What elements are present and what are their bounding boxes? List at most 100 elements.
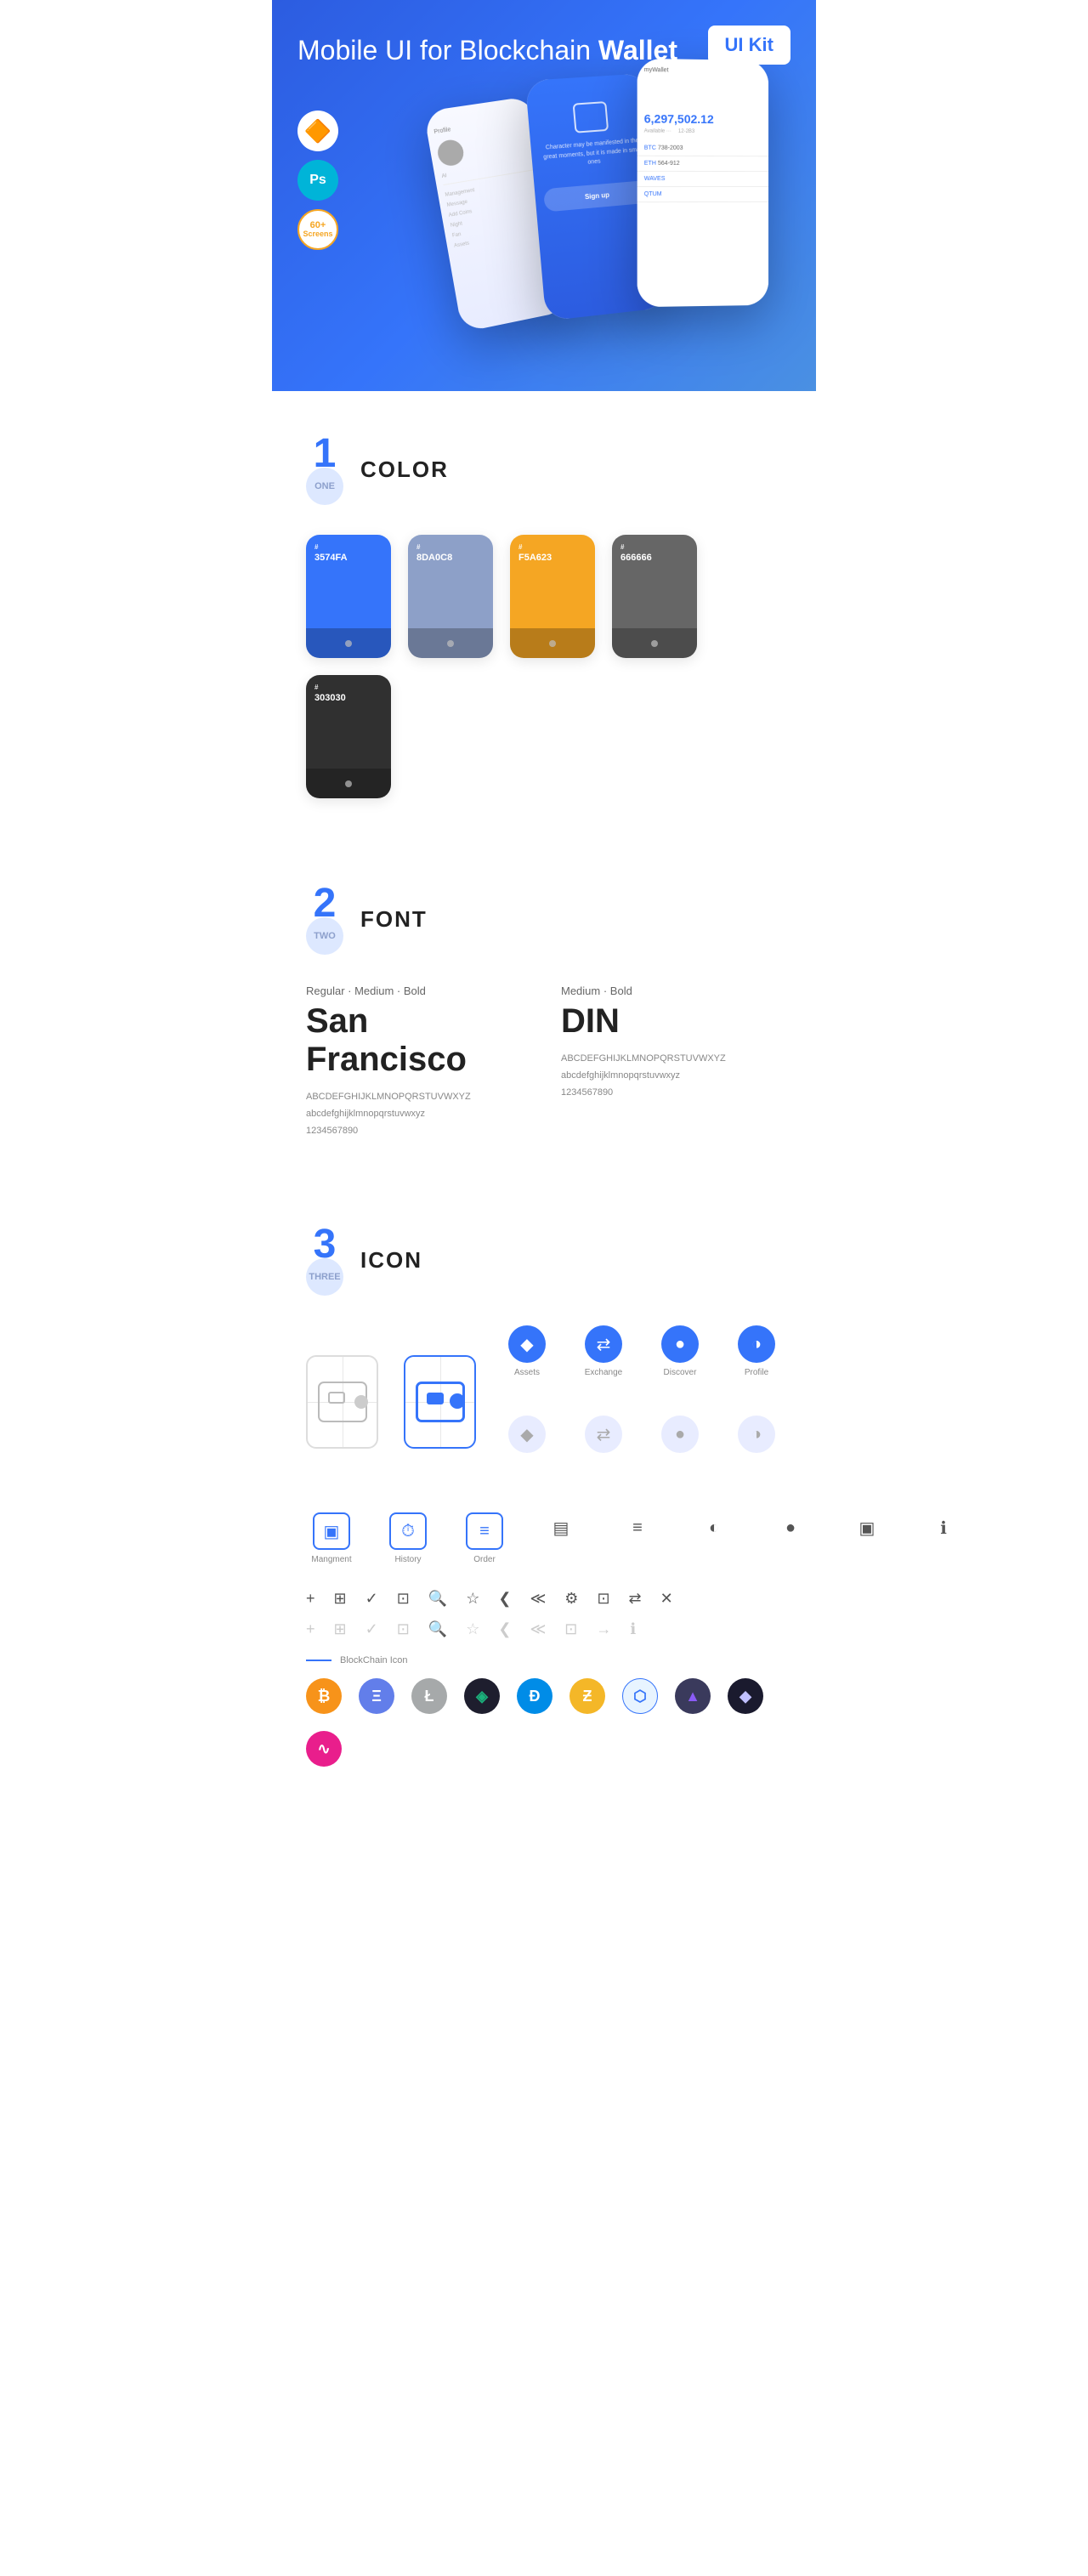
- icon-box: ≡: [466, 1512, 503, 1550]
- font-name: San Francisco: [306, 1002, 527, 1079]
- hero-title-regular: Mobile UI for Blockchain: [298, 35, 598, 65]
- section-header-icon: 3 THREE ICON: [306, 1224, 782, 1296]
- nav-icons-group: ◆ Assets ⇄ Exchange ● Discover ◑ Profile…: [502, 1325, 782, 1478]
- hero-badges: 🔶 Ps 60+ Screens: [298, 111, 338, 250]
- misc-icon-gray: ⊡: [564, 1620, 577, 1638]
- icon-box: ◐: [699, 1512, 729, 1543]
- color-swatch: # 8DA0C8: [408, 535, 493, 658]
- crypto-icon: ₿: [306, 1678, 342, 1714]
- hero-title-bold: Wallet: [598, 35, 677, 65]
- icon-circle: ⇄: [585, 1325, 622, 1363]
- icon-circle-gray: ◑: [738, 1416, 775, 1453]
- nav-icon-discover: ● Discover: [654, 1325, 706, 1377]
- icon-construction-box-outline: [306, 1355, 378, 1449]
- font-label: Regular · Medium · Bold: [306, 984, 527, 997]
- icon-label: Profile: [745, 1368, 768, 1377]
- font-item: Regular · Medium · Bold San Francisco AB…: [306, 984, 527, 1139]
- swatch-code: 303030: [314, 693, 346, 703]
- misc-icon-dark: ⊡: [597, 1590, 609, 1608]
- section-number-3: 3 THREE: [306, 1224, 343, 1296]
- misc-icon-gray: ℹ: [630, 1620, 636, 1638]
- color-swatch: # F5A623: [510, 535, 595, 658]
- crypto-icons-row: ₿ΞŁ◈ÐƵ⬡▲◆∿: [306, 1678, 782, 1767]
- misc-icon-dark: ⊡: [397, 1590, 410, 1608]
- section-word-three: THREE: [306, 1258, 343, 1296]
- section-word-one: ONE: [306, 468, 343, 505]
- bottom-icon: ▣: [842, 1512, 892, 1543]
- bottom-icon: ▣ Mangment: [306, 1512, 357, 1564]
- nav-icon-assets: ◆ Assets: [502, 1325, 552, 1377]
- nav-icon-gray-profile: ◑: [731, 1416, 782, 1453]
- color-swatch: # 303030: [306, 675, 391, 798]
- phones-container: Profile AI Management Message Add Coins …: [425, 51, 816, 374]
- bottom-icon: ▤: [536, 1512, 586, 1543]
- icon-circle: ●: [661, 1325, 699, 1363]
- section-number-2: 2 TWO: [306, 883, 343, 955]
- crypto-icon: Ł: [411, 1678, 447, 1714]
- icon-box: ▤: [546, 1512, 576, 1543]
- icon-circle: ◆: [508, 1325, 546, 1363]
- bottom-icon: ⏱ History: [382, 1512, 434, 1564]
- crypto-icon: ◈: [464, 1678, 500, 1714]
- misc-icon-gray: 🔍: [428, 1620, 447, 1638]
- icon-box: ●: [775, 1512, 806, 1543]
- crypto-icon: Ƶ: [570, 1678, 605, 1714]
- icon-construction: ◆ Assets ⇄ Exchange ● Discover ◑ Profile…: [306, 1325, 782, 1478]
- icon-label: History: [394, 1555, 421, 1564]
- nav-icon-profile: ◑ Profile: [731, 1325, 782, 1377]
- swatch-hash: #: [620, 543, 625, 551]
- misc-icon-gray: ✓: [366, 1620, 378, 1638]
- font-item: Medium · Bold DIN ABCDEFGHIJKLMNOPQRSTUV…: [561, 984, 782, 1139]
- swatch-hash: #: [314, 684, 319, 691]
- bottom-icon: ≡: [612, 1512, 663, 1543]
- crypto-icon: Ð: [517, 1678, 552, 1714]
- icon-construction-box-filled: [404, 1355, 476, 1449]
- color-swatch: # 3574FA: [306, 535, 391, 658]
- misc-icons-dark: +⊞✓⊡🔍☆❮≪⚙⊡⇄✕: [306, 1590, 782, 1608]
- misc-icon-dark: ❮: [498, 1590, 511, 1608]
- swatch-hash: #: [416, 543, 421, 551]
- icon-label: Mangment: [311, 1555, 351, 1564]
- color-section: 1 ONE COLOR # 3574FA # 8DA0C8 # F5A623 #: [272, 391, 816, 841]
- misc-icon-dark: ⚙: [564, 1590, 578, 1608]
- bottom-icon: ≡ Order: [459, 1512, 510, 1564]
- ps-badge: Ps: [298, 160, 338, 201]
- nav-icon-gray-discover: ●: [654, 1416, 706, 1453]
- section-word-two: TWO: [306, 917, 343, 955]
- crypto-icon: ∿: [306, 1731, 342, 1767]
- icon-circle-gray: ⇄: [585, 1416, 622, 1453]
- nav-icons-gray-row: ◆ ⇄ ● ◑: [502, 1416, 782, 1453]
- ui-kit-badge: UI Kit: [708, 26, 790, 65]
- misc-icon-dark: ⊞: [334, 1590, 347, 1608]
- icon-box: ≡: [622, 1512, 653, 1543]
- icon-box: ▣: [313, 1512, 350, 1550]
- bottom-icons-row: ▣ Mangment ⏱ History ≡ Order ▤ ≡ ◐ ● ▣ ℹ: [306, 1512, 782, 1564]
- font-numbers: 1234567890: [306, 1123, 527, 1140]
- misc-icon-dark: ⇄: [629, 1590, 642, 1608]
- icon-label: Order: [473, 1555, 496, 1564]
- font-uppercase: ABCDEFGHIJKLMNOPQRSTUVWXYZ: [306, 1089, 527, 1106]
- swatch-dot: [345, 780, 352, 787]
- hero-section: Mobile UI for Blockchain Wallet UI Kit 🔶…: [272, 0, 816, 391]
- phone-right: myWallet 6,297,502.12 Available ··· 12-2…: [638, 59, 768, 307]
- font-label: Medium · Bold: [561, 984, 782, 997]
- misc-icon-gray: ⊞: [334, 1620, 347, 1638]
- screens-badge: 60+ Screens: [298, 209, 338, 250]
- font-grid: Regular · Medium · Bold San Francisco AB…: [306, 984, 782, 1139]
- swatch-code: F5A623: [518, 553, 552, 563]
- misc-icon-gray: ❮: [498, 1620, 511, 1638]
- crypto-icon: ⬡: [622, 1678, 658, 1714]
- crypto-icon: Ξ: [359, 1678, 394, 1714]
- icon-box: ℹ: [928, 1512, 959, 1543]
- font-section: 2 TWO FONT Regular · Medium · Bold San F…: [272, 841, 816, 1182]
- section-header-font: 2 TWO FONT: [306, 883, 782, 955]
- swatch-dot: [651, 640, 658, 647]
- bottom-icon: ℹ: [918, 1512, 969, 1543]
- misc-icon-gray: ☆: [466, 1620, 479, 1638]
- crypto-icon: ◆: [728, 1678, 763, 1714]
- swatch-hash: #: [314, 543, 319, 551]
- swatch-hash: #: [518, 543, 523, 551]
- font-uppercase: ABCDEFGHIJKLMNOPQRSTUVWXYZ: [561, 1051, 782, 1068]
- font-title: FONT: [360, 906, 428, 933]
- swatch-dot: [549, 640, 556, 647]
